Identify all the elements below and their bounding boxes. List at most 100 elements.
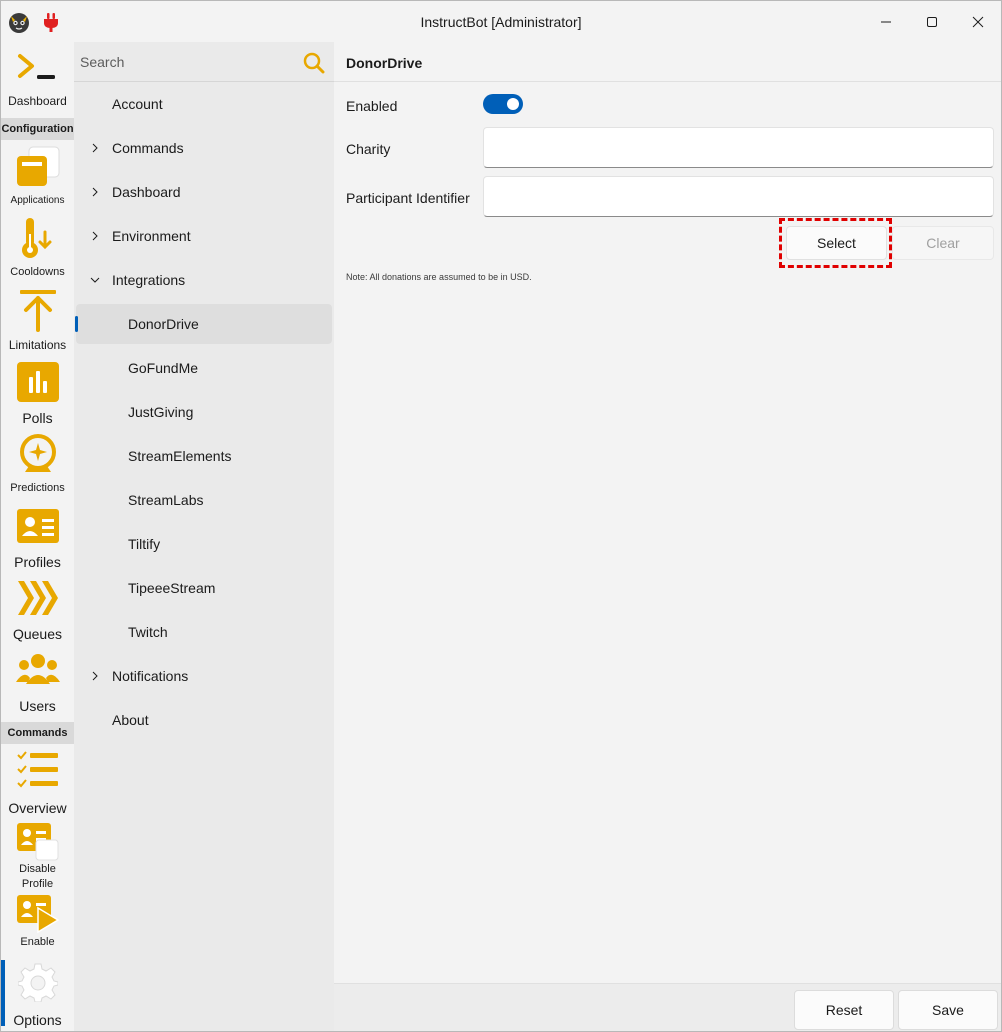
rail-item-options[interactable]: Options [1,958,74,1030]
title-bar: InstructBot [Administrator] [1,1,1001,42]
applications-icon [17,146,60,186]
nav-label-donordrive: DonorDrive [128,316,199,332]
nav-item-about[interactable]: About [76,700,332,740]
rail-item-overview[interactable]: Overview [1,746,74,816]
rail-item-applications[interactable]: Applications [1,142,74,210]
rail-section-commands: Commands [1,722,74,744]
terminal-icon [18,54,55,79]
gear-icon [18,963,58,1002]
chevron-right-icon [92,187,98,197]
charity-label: Charity [346,141,391,157]
save-button[interactable]: Save [898,990,998,1030]
nav-item-gofundme[interactable]: GoFundMe [76,348,332,388]
nav-label-streamelements: StreamElements [128,448,232,464]
nav-label-integrations: Integrations [112,272,186,288]
rail-label-polls: Polls [22,410,53,426]
rail-label-enable: Enable [20,936,55,948]
thermometer-icon [22,218,52,258]
content-pane: DonorDrive Enabled Charity Participant I… [334,42,1001,1031]
window-title: InstructBot [Administrator] [420,14,582,30]
nav-item-integrations[interactable]: Integrations [76,260,332,300]
minimize-button[interactable] [863,1,909,42]
rail-label-predictions: Predictions [10,482,65,494]
nav-item-donordrive[interactable]: DonorDrive [76,304,332,344]
chevron-right-icon [92,671,98,681]
rail-label-queues: Queues [12,626,63,642]
rail-section-configuration: Configuration [1,118,74,140]
chevron-right-icon [92,143,98,153]
rail-label-dashboard: Dashboard [8,94,67,108]
enabled-toggle[interactable] [483,94,523,114]
clear-button[interactable]: Clear [892,226,994,260]
rail-label-profiles: Profiles [14,554,61,570]
nav-label-commands: Commands [112,140,184,156]
rail-item-queues[interactable]: Queues [1,574,74,642]
rail-label-overview: Overview [8,800,67,816]
rail-item-enable[interactable]: Enable [1,892,74,952]
nav-label-tipeeestream: TipeeeStream [128,580,216,596]
nav-item-account[interactable]: Account [76,84,332,124]
nav-item-commands[interactable]: Commands [76,128,332,168]
rail-label-disable-profile: Disable Profile [1,862,74,892]
rail-item-profiles[interactable]: Profiles [1,502,74,570]
page-title: DonorDrive [346,55,423,71]
rail-label-applications: Applications [10,195,65,206]
minimize-icon [881,21,891,22]
maximize-icon [927,16,937,27]
nav-item-justgiving[interactable]: JustGiving [76,392,332,432]
rail-item-predictions[interactable]: Predictions [1,430,74,498]
queue-chevrons-icon [18,581,58,615]
search-input[interactable] [74,42,294,82]
prediction-icon [20,434,56,472]
users-icon [16,654,60,684]
enabled-label: Enabled [346,98,398,114]
charity-input[interactable] [483,127,994,168]
nav-item-dashboard[interactable]: Dashboard [76,172,332,212]
maximize-button[interactable] [909,1,955,42]
enable-profile-icon [17,895,60,934]
nav-label-twitch: Twitch [128,624,168,640]
close-icon [972,16,984,27]
nav-label-justgiving: JustGiving [128,404,194,420]
nav-item-streamlabs[interactable]: StreamLabs [76,480,332,520]
settings-nav: Account Commands Dashboard Environment I… [74,42,334,1031]
nav-item-twitch[interactable]: Twitch [76,612,332,652]
nav-item-environment[interactable]: Environment [76,216,332,256]
nav-selection-indicator [75,316,78,332]
rail-item-disable-profile[interactable]: Disable Profile [1,820,74,890]
nav-label-tiltify: Tiltify [128,536,161,552]
list-icon [17,751,58,788]
usd-note: Note: All donations are assumed to be in… [346,272,532,282]
rail-label-disable-line2: Profile [21,878,54,890]
participant-identifier-label: Participant Identifier [346,190,470,206]
participant-identifier-input[interactable] [483,176,994,217]
rail-item-dashboard[interactable]: Dashboard [1,46,74,112]
toggle-knob [507,98,519,110]
chevron-down-icon [90,277,100,283]
rail-item-users[interactable]: Users [1,646,74,714]
rail-label-limitations: Limitations [8,338,67,352]
search-icon[interactable] [303,52,325,74]
nav-item-notifications[interactable]: Notifications [76,656,332,696]
nav-label-streamlabs: StreamLabs [128,492,204,508]
profile-card-icon [17,509,59,543]
nav-item-tiltify[interactable]: Tiltify [76,524,332,564]
rail-item-cooldowns[interactable]: Cooldowns [1,214,74,282]
nav-label-about: About [112,712,149,728]
nav-label-gofundme: GoFundMe [128,360,199,376]
rail-item-limitations[interactable]: Limitations [1,286,74,354]
nav-item-streamelements[interactable]: StreamElements [76,436,332,476]
select-button[interactable]: Select [786,226,887,260]
disable-profile-icon [17,823,59,861]
icon-rail: Dashboard Configuration Applications Coo… [1,42,74,1031]
rail-item-polls[interactable]: Polls [1,358,74,426]
app-window: InstructBot [Administrator] Dashboard Co… [0,0,1002,1032]
nav-label-dashboard: Dashboard [112,184,181,200]
rail-label-cooldowns: Cooldowns [10,266,65,278]
rail-label-options: Options [13,1012,62,1028]
close-button[interactable] [955,1,1001,42]
nav-label-notifications: Notifications [112,668,189,684]
rail-label-users: Users [19,698,56,714]
nav-item-tipeeestream[interactable]: TipeeeStream [76,568,332,608]
reset-button[interactable]: Reset [794,990,894,1030]
